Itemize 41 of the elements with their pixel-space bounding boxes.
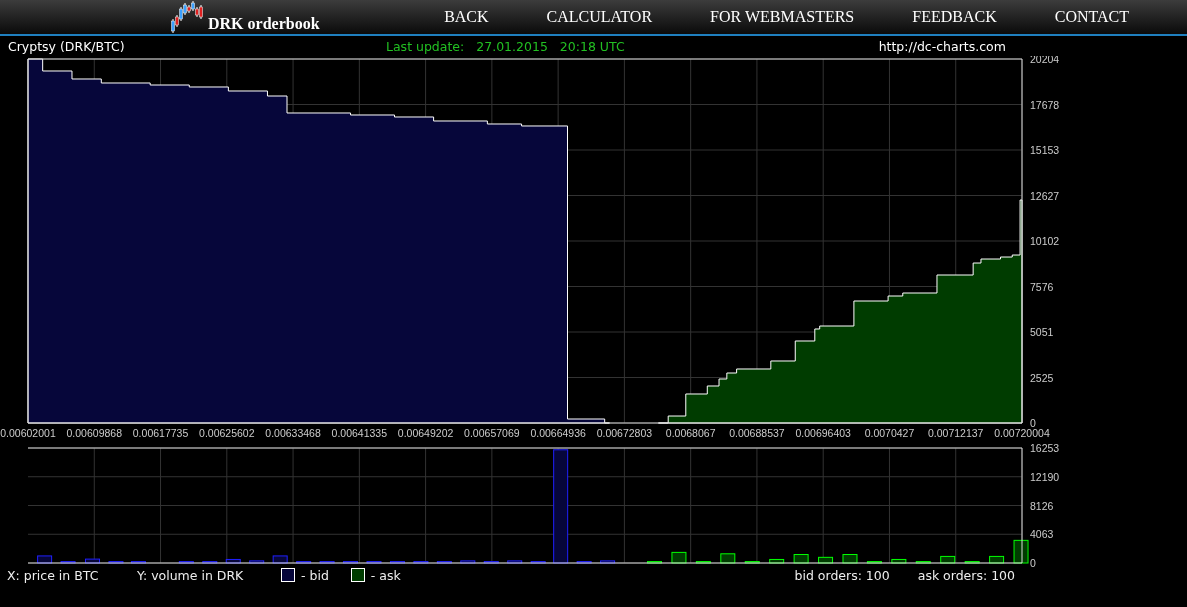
bid-orders-count: bid orders: 100	[794, 567, 890, 583]
axis-label: 15153	[1030, 144, 1060, 156]
axis-label: 0.0068067	[665, 427, 716, 439]
axis-label: 0.00672803	[596, 427, 653, 439]
market-name: Cryptsy (DRK/BTC)	[8, 38, 126, 54]
axis-label: 0.00649202	[397, 427, 454, 439]
x-axis-caption: X: price in BTC	[7, 567, 100, 583]
axis-label: 2525	[1030, 371, 1054, 384]
axis-label: 0.00602001	[0, 427, 56, 439]
y-axis-caption: Y: volume in DRK	[137, 567, 245, 583]
axis-label: 8126	[1030, 499, 1054, 512]
site-url: http://dc-charts.com	[878, 38, 1006, 54]
axis-label: 0.00696403	[795, 427, 851, 439]
update-time: 20:18 UTC	[559, 38, 625, 54]
axis-label: 0	[1030, 557, 1036, 567]
axis-label: 0.00720004	[994, 427, 1050, 439]
axis-label: 17678	[1030, 98, 1060, 111]
axis-label: 0.0070427	[864, 427, 915, 439]
update-label: Last update:	[386, 38, 465, 54]
axis-label: 4063	[1030, 528, 1054, 541]
axis-label: 0.00664936	[530, 427, 586, 439]
axis-label: 10102	[1030, 235, 1060, 247]
legend-label: - bid	[301, 567, 329, 583]
axis-label: 12190	[1030, 470, 1060, 483]
axis-label: 0.00657069	[464, 427, 520, 439]
axis-label: 5051	[1030, 326, 1054, 338]
axis-label: 16253	[1030, 442, 1060, 454]
axis-label: 0.00712137	[928, 427, 984, 439]
axis-label: 0.00609868	[66, 427, 122, 439]
axis-label: 12627	[1030, 189, 1060, 202]
update-date: 27.01.2015	[476, 38, 548, 54]
axis-label: 0.00625602	[199, 427, 255, 439]
ask-orders-count: ask orders: 100	[917, 567, 1015, 583]
axis-label: 0	[1030, 417, 1036, 429]
axis-label: 0.00617735	[132, 427, 189, 439]
axis-label: 0.00688537	[729, 427, 785, 439]
legend-label: - ask	[370, 567, 401, 583]
axis-label: 0.00633468	[265, 427, 321, 439]
axis-label: 7576	[1030, 280, 1054, 293]
axis-label: 20204	[1030, 56, 1060, 65]
axis-label: 0.00641335	[331, 427, 388, 439]
